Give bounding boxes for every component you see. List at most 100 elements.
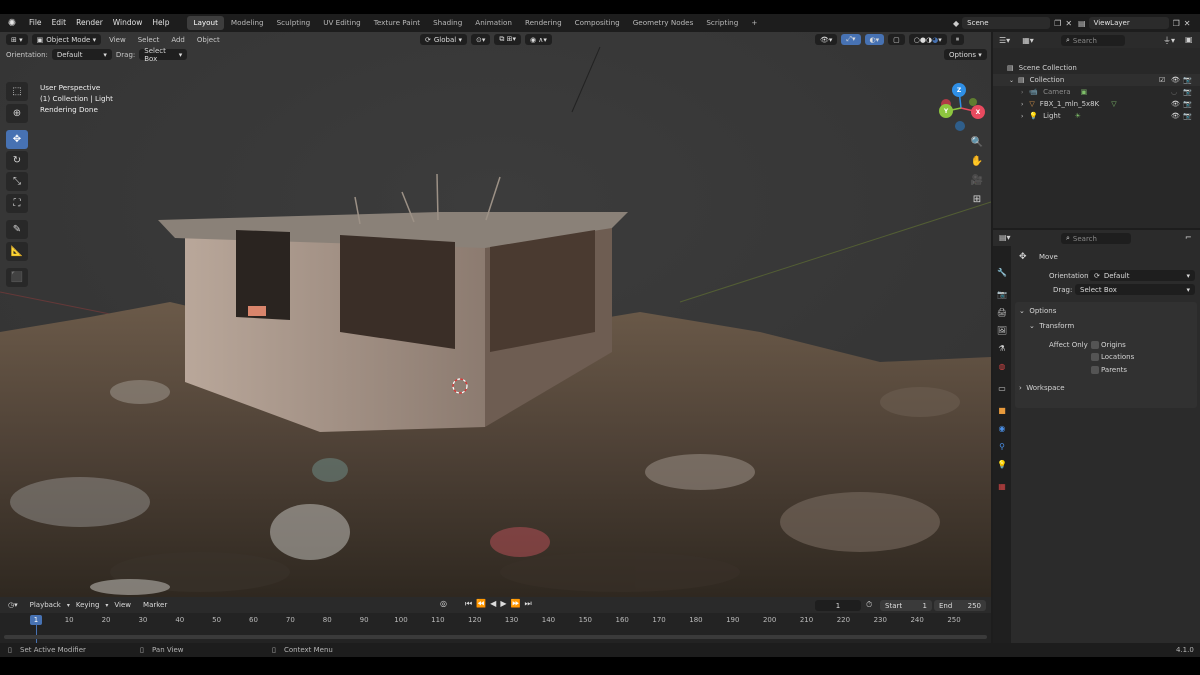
perspective-grid-icon[interactable]: ⊞ [969, 191, 985, 207]
keying-menu[interactable]: Keying [70, 601, 106, 609]
menu-window[interactable]: Window [108, 14, 148, 32]
toggle-sidebar-button[interactable]: ⏸ [950, 34, 965, 45]
jump-end-icon[interactable]: ⏭ [524, 599, 531, 609]
visibility-eye-icon[interactable]: 👁 [1171, 76, 1180, 84]
snap-toggle[interactable]: ⧉ ⊞▾ [494, 34, 521, 45]
timeline-view-menu[interactable]: View [108, 601, 137, 609]
view-layer-selector[interactable]: ▤ ViewLayer ❐ ✕ [1078, 17, 1190, 29]
tab-shading[interactable]: Shading [427, 16, 468, 30]
properties-search-input[interactable]: ⌕ Search [1061, 233, 1131, 244]
timeline-editor-type-icon[interactable]: ◷▾ [2, 601, 24, 609]
outliner-search-input[interactable]: ⌕ Search [1061, 35, 1125, 46]
object-mode-dropdown[interactable]: ▣ Object Mode ▾ [31, 34, 102, 45]
render-camera-icon[interactable]: 📷 [1183, 100, 1192, 108]
filter-icon[interactable]: ⏚▾ [1163, 35, 1175, 46]
playback-menu[interactable]: Playback [24, 601, 67, 609]
tab-modeling[interactable]: Modeling [225, 16, 270, 30]
gizmo-toggle[interactable]: ⤢▾ [841, 34, 861, 45]
exclude-checkbox-icon[interactable]: ☑ [1159, 76, 1165, 84]
visibility-eye-icon[interactable]: 👁 [1171, 112, 1180, 120]
menu-help[interactable]: Help [147, 14, 174, 32]
texture-tab-icon[interactable]: ▦ [996, 480, 1008, 492]
visibility-dropdown[interactable]: 👁▾ [815, 34, 838, 45]
collection-tab-icon[interactable]: ▭ [996, 382, 1008, 394]
navigation-gizmo[interactable]: Z X Y [936, 80, 986, 132]
outliner-editor-type-icon[interactable]: ☰▾ [999, 36, 1010, 45]
blender-logo-icon[interactable]: ✺ [4, 17, 20, 29]
next-keyframe-icon[interactable]: ⏩ [510, 599, 520, 609]
end-frame-field[interactable]: End 250 [934, 600, 986, 611]
tab-rendering[interactable]: Rendering [519, 16, 568, 30]
camera-view-icon[interactable]: 🎥 [969, 172, 985, 188]
drag-dropdown[interactable]: Select Box ▾ [1075, 284, 1195, 295]
measure-tool[interactable]: 📐 [6, 242, 28, 261]
render-tab-icon[interactable]: 📷 [996, 288, 1008, 300]
object-tab-icon[interactable]: ■ [996, 404, 1008, 416]
scale-tool[interactable]: ⤡ [6, 172, 28, 191]
physics-tab-icon[interactable]: ◉ [996, 422, 1008, 434]
parents-checkbox[interactable] [1091, 366, 1099, 374]
output-tab-icon[interactable]: 🖨 [996, 306, 1008, 318]
add-menu[interactable]: Add [167, 36, 189, 44]
outliner-row-light[interactable]: › 💡 Light ☀ 👁 📷 [993, 110, 1200, 122]
options-dropdown[interactable]: Options ▾ [944, 49, 987, 60]
view-layer-tab-icon[interactable]: 🖼 [996, 324, 1008, 336]
gizmo-x-axis[interactable]: X [971, 105, 985, 119]
outliner-row-collection[interactable]: ⌄ ▤ Collection ☑ 👁 📷 [993, 74, 1200, 86]
transform-tool[interactable]: ⛶ [6, 194, 28, 213]
move-tool[interactable]: ✥ [6, 130, 28, 149]
outliner-row-fbx[interactable]: › ▽ FBX_1_mln_5x8K ▽ 👁 📷 [993, 98, 1200, 110]
expand-chevron-icon[interactable]: › [1021, 113, 1023, 120]
new-collection-icon[interactable]: ▣ [1185, 35, 1193, 44]
render-camera-icon[interactable]: 📷 [1183, 88, 1192, 96]
new-view-layer-icon[interactable]: ❐ [1173, 19, 1180, 28]
expand-chevron-icon[interactable]: › [1021, 101, 1023, 108]
xray-toggle[interactable]: ▢ [888, 34, 905, 45]
playhead[interactable]: 1 [30, 615, 42, 625]
properties-editor-type-icon[interactable]: ▤▾ [999, 233, 1011, 242]
menu-file[interactable]: File [24, 14, 47, 32]
delete-scene-icon[interactable]: ✕ [1065, 19, 1072, 28]
scene-tab-icon[interactable]: ⚗ [996, 342, 1008, 354]
workspace-panel-header[interactable]: › Workspace [1019, 384, 1065, 392]
tab-geometry-nodes[interactable]: Geometry Nodes [627, 16, 700, 30]
drag-dropdown[interactable]: Select Box ▾ [139, 47, 188, 63]
select-menu[interactable]: Select [134, 36, 164, 44]
timeline-scrollbar[interactable] [4, 635, 987, 639]
marker-menu[interactable]: Marker [137, 601, 173, 609]
world-tab-icon[interactable]: ◍ [996, 360, 1008, 372]
proportional-editing-toggle[interactable]: ◉ ∧▾ [524, 34, 552, 45]
add-cube-tool[interactable]: ⬛ [6, 268, 28, 287]
transform-orientation-dropdown[interactable]: ⟳ Global ▾ [420, 34, 467, 45]
clock-icon[interactable]: ⏱ [866, 600, 872, 610]
new-scene-icon[interactable]: ❐ [1054, 19, 1061, 28]
render-camera-icon[interactable]: 📷 [1183, 76, 1192, 84]
outliner-row-scene-collection[interactable]: ▤ Scene Collection [993, 62, 1200, 74]
menu-render[interactable]: Render [71, 14, 108, 32]
outliner-row-camera[interactable]: › 📹 Camera ▣ ◡ 📷 [993, 86, 1200, 98]
shading-modes[interactable]: ○●◑ ◕ ▾ [908, 34, 947, 45]
cursor-tool[interactable]: ⊕ [6, 104, 28, 123]
expand-chevron-icon[interactable]: › [1021, 89, 1023, 96]
zoom-icon[interactable]: 🔍 [969, 134, 985, 150]
tab-uv-editing[interactable]: UV Editing [317, 16, 367, 30]
current-frame-field[interactable]: 1 [815, 600, 861, 611]
play-reverse-icon[interactable]: ◀ [490, 599, 496, 609]
tab-texture-paint[interactable]: Texture Paint [368, 16, 426, 30]
pivot-point-dropdown[interactable]: ⊙▾ [470, 34, 491, 45]
visibility-eye-icon[interactable]: 👁 [1171, 100, 1180, 108]
transform-subpanel-header[interactable]: ⌄ Transform [1029, 322, 1074, 330]
tab-sculpting[interactable]: Sculpting [271, 16, 317, 30]
tool-tab-icon[interactable]: 🔧 [996, 266, 1008, 278]
origins-checkbox[interactable] [1091, 341, 1099, 349]
options-panel-header[interactable]: ⌄ Options [1019, 307, 1056, 315]
tab-animation[interactable]: Animation [469, 16, 518, 30]
rotate-tool[interactable]: ↻ [6, 151, 28, 170]
constraints-tab-icon[interactable]: ⚲ [996, 440, 1008, 452]
display-mode-icon[interactable]: ▦▾ [1022, 36, 1034, 45]
select-box-tool[interactable]: ⬚ [6, 82, 28, 101]
annotate-tool[interactable]: ✎ [6, 220, 28, 239]
expand-chevron-icon[interactable]: ⌄ [1009, 77, 1014, 84]
play-icon[interactable]: ▶ [500, 599, 506, 609]
orientation-dropdown[interactable]: ⟳ Default ▾ [1089, 270, 1195, 281]
